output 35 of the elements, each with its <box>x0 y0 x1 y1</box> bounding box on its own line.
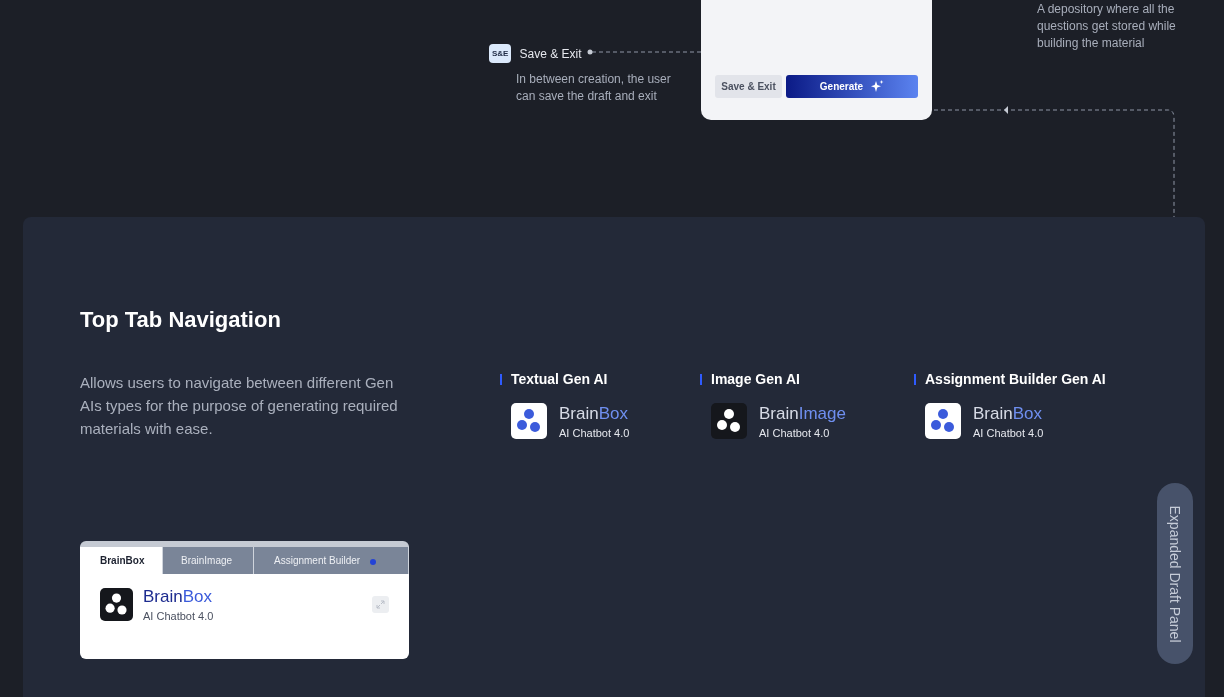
save-exit-button[interactable]: Save & Exit <box>715 75 782 98</box>
note-description: A depository where all the questions get stored while building the material <box>1037 1 1177 52</box>
generate-button[interactable]: Generate <box>786 75 918 98</box>
logo-icon <box>711 403 747 439</box>
connector-dot <box>587 49 593 55</box>
category-heading: Assignment Builder Gen AI <box>925 371 1106 387</box>
notification-dot <box>370 559 376 565</box>
logo-icon <box>511 403 547 439</box>
logo-icon <box>100 588 133 621</box>
category-heading: Textual Gen AI <box>511 371 608 387</box>
product-name: BrainBox <box>559 403 629 424</box>
section-description: Allows users to navigate between different Gen AIs types for the purpose of generating required materials with ease. <box>80 373 399 439</box>
product-subtitle: AI Chatbot 4.0 <box>143 610 214 622</box>
section-title: Top Tab Navigation <box>80 307 282 333</box>
product-subtitle: AI Chatbot 4.0 <box>973 426 1044 439</box>
expand-button[interactable] <box>372 596 389 613</box>
arrow-icon <box>1004 106 1008 114</box>
side-panel-tab[interactable]: Expanded Draft Panel <box>1157 483 1193 664</box>
sparkle-icon <box>871 80 885 93</box>
category-heading: Image Gen AI <box>711 371 800 387</box>
product-subtitle: AI Chatbot 4.0 <box>559 426 630 439</box>
expand-icon <box>376 600 385 609</box>
tab[interactable]: BrainBox <box>80 547 163 574</box>
product-name: BrainImage <box>759 403 846 424</box>
accent-bar <box>700 373 702 385</box>
save-exit-badge: S&E <box>489 44 512 63</box>
side-panel-label: Expanded Draft Panel <box>1167 505 1183 642</box>
logo-icon <box>925 403 961 439</box>
note-description: In between creation, the user can save the draft and exit <box>515 71 672 105</box>
note-title: Save & Exit <box>519 46 582 61</box>
accent-bar <box>500 373 502 385</box>
product-name: BrainBox <box>143 587 213 607</box>
accent-bar <box>914 373 916 385</box>
product-name: BrainBox <box>973 403 1043 424</box>
product-subtitle: AI Chatbot 4.0 <box>759 426 831 439</box>
